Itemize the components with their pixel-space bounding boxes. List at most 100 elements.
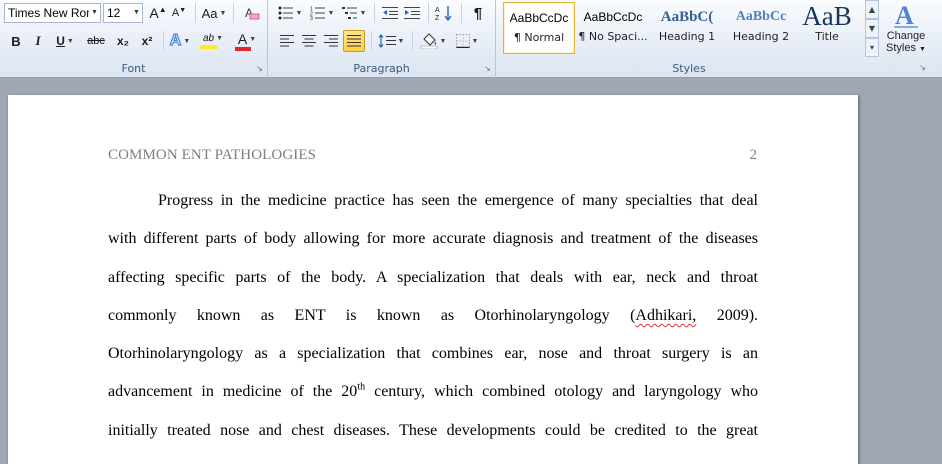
style-heading-2[interactable]: AaBbCc Heading 2 — [725, 2, 797, 54]
font-color-swatch — [235, 47, 251, 51]
line-text: Otorhinolaryngology as a specialization … — [108, 345, 758, 363]
styles-gallery: AaBbCcDc ¶ Normal AaBbCcDc ¶ No Spaci...… — [503, 0, 865, 60]
align-center-icon — [302, 35, 316, 47]
change-styles-label-1: Change — [886, 30, 926, 42]
align-left-icon — [280, 35, 294, 47]
font-family-value: Times New Rom — [8, 6, 97, 20]
underline-button[interactable]: U ▼ — [52, 30, 78, 52]
bullets-icon — [278, 6, 293, 20]
decrease-indent-icon — [382, 7, 398, 19]
grow-font-button[interactable]: A ▲ — [148, 2, 168, 24]
styles-group-label: Styles — [672, 62, 706, 75]
style-name: ¶ Normal — [513, 31, 565, 44]
clear-formatting-icon: A — [245, 6, 260, 20]
font-group-label: Font — [121, 62, 146, 75]
paragraph-line: advancement in medicine of the 20th cent… — [108, 379, 758, 417]
style-name: ¶ No Spaci... — [578, 30, 648, 43]
decrease-indent-button[interactable] — [380, 2, 400, 24]
sort-button[interactable]: A Z — [433, 2, 455, 24]
svg-text:A: A — [435, 7, 440, 14]
text-effects-button[interactable]: A ▼ — [167, 30, 193, 52]
italic-icon: I — [35, 33, 41, 48]
svg-text:Z: Z — [435, 15, 440, 21]
gallery-more-button[interactable]: ▾ — [865, 38, 879, 57]
style-heading-1[interactable]: AaBbC( Heading 1 — [651, 2, 723, 54]
styles-dialog-launcher-icon[interactable]: ↘ — [918, 64, 927, 73]
multilevel-list-button[interactable]: ▼ — [340, 2, 368, 24]
bullets-button[interactable]: ▼ — [276, 2, 304, 24]
pilcrow-icon: ¶ — [473, 4, 483, 22]
superscript-button[interactable]: x² — [136, 30, 158, 52]
font-dialog-launcher-icon[interactable]: ↘ — [255, 65, 264, 74]
citation-author-misspelling[interactable]: Adhikari, — [635, 307, 696, 324]
style-preview: AaB — [802, 2, 852, 30]
line-text: Progress in the medicine practice has se… — [158, 192, 758, 209]
ordinal-superscript: th — [357, 382, 366, 394]
sort-icon: A Z — [435, 6, 452, 21]
grow-font-icon: A — [149, 5, 159, 21]
line-spacing-button[interactable]: ▼ — [376, 30, 406, 52]
page-number: 2 — [749, 147, 758, 163]
clear-formatting-button[interactable]: A — [240, 2, 262, 24]
style-name: Heading 1 — [658, 30, 716, 43]
gallery-scroll-down-button[interactable]: ▼ — [865, 19, 879, 38]
subscript-button[interactable]: x₂ — [112, 30, 134, 52]
paragraph-line: Progress in the medicine practice has se… — [108, 188, 758, 226]
font-family-combo[interactable]: Times New Rom ▼ — [4, 3, 101, 23]
paragraph-group: ▼ 1 2 3 ▼ ▼ A Z ¶ ▼ ▼ ▼ Paragraph ↘ — [268, 0, 496, 78]
line-text: advancement in medicine of the 20 — [108, 383, 358, 401]
change-case-button[interactable]: Aa ▼ — [200, 2, 228, 24]
borders-button[interactable]: ▼ — [452, 30, 482, 52]
running-head: COMMON ENT PATHOLOGIES — [108, 147, 317, 163]
highlight-button[interactable]: ab ▼ — [198, 30, 228, 52]
font-color-button[interactable]: A ▼ — [232, 30, 262, 52]
justify-icon — [347, 35, 361, 47]
align-center-button[interactable] — [298, 30, 320, 52]
font-size-combo[interactable]: 12 ▼ — [103, 3, 143, 23]
italic-button[interactable]: I — [28, 30, 48, 52]
shrink-font-icon: A — [171, 7, 180, 19]
align-right-button[interactable] — [320, 30, 342, 52]
line-text: initially treated nose and chest disease… — [108, 421, 758, 439]
highlight-icon: ab — [202, 33, 215, 44]
show-formatting-button[interactable]: ¶ — [467, 2, 489, 24]
shrink-font-button[interactable]: A ▼ — [170, 2, 188, 24]
bold-icon: B — [11, 33, 21, 49]
chevron-down-icon[interactable]: ▼ — [131, 4, 142, 22]
style-preview: AaBbCcDc — [509, 11, 569, 25]
align-left-button[interactable] — [276, 30, 298, 52]
line-text: century, which combined otology and lary… — [374, 383, 759, 401]
chevron-down-icon[interactable]: ▼ — [89, 4, 100, 22]
style-name: Heading 2 — [732, 30, 790, 43]
ribbon: Times New Rom ▼ 12 ▼ A ▲ A ▼ Aa ▼ A B I … — [0, 0, 942, 78]
multilevel-list-icon — [341, 7, 357, 19]
line-text: affecting specific parts of the body. A … — [108, 268, 758, 286]
body-text[interactable]: Progress in the medicine practice has se… — [108, 188, 758, 456]
style-normal[interactable]: AaBbCcDc ¶ Normal — [503, 2, 575, 54]
style-name: Title — [815, 30, 839, 43]
font-group: Times New Rom ▼ 12 ▼ A ▲ A ▼ Aa ▼ A B I … — [0, 0, 268, 78]
paragraph-group-label: Paragraph — [353, 62, 410, 75]
document-page[interactable]: COMMON ENT PATHOLOGIES 2 Progress in the… — [8, 95, 858, 464]
style-no-spacing[interactable]: AaBbCcDc ¶ No Spaci... — [577, 2, 649, 54]
strikethrough-button[interactable]: abc — [83, 30, 109, 52]
subscript-icon: x₂ — [116, 34, 129, 48]
change-styles-button[interactable]: A Change Styles ▼ — [881, 0, 931, 60]
strikethrough-icon: abc — [87, 35, 105, 47]
numbering-button[interactable]: 1 2 3 ▼ — [308, 2, 336, 24]
underline-icon: U — [56, 34, 65, 48]
increase-indent-button[interactable] — [402, 2, 422, 24]
line-text: commonly known as ENT is known as Otorhi… — [108, 306, 610, 324]
paragraph-line: Otorhinolaryngology as a specialization … — [108, 341, 758, 379]
change-styles-icon: A — [894, 1, 918, 30]
font-size-value: 12 — [107, 6, 121, 20]
justify-button[interactable] — [343, 30, 365, 52]
paragraph-dialog-launcher-icon[interactable]: ↘ — [483, 65, 492, 74]
shading-button[interactable]: ▼ — [418, 30, 448, 52]
change-styles-label-2: Styles — [886, 42, 916, 54]
gallery-scroll-up-button[interactable]: ▲ — [865, 0, 879, 19]
style-title[interactable]: AaB Title — [791, 2, 863, 54]
paint-bucket-icon — [420, 33, 437, 49]
bold-button[interactable]: B — [6, 30, 26, 52]
font-color-icon: A — [237, 31, 248, 47]
